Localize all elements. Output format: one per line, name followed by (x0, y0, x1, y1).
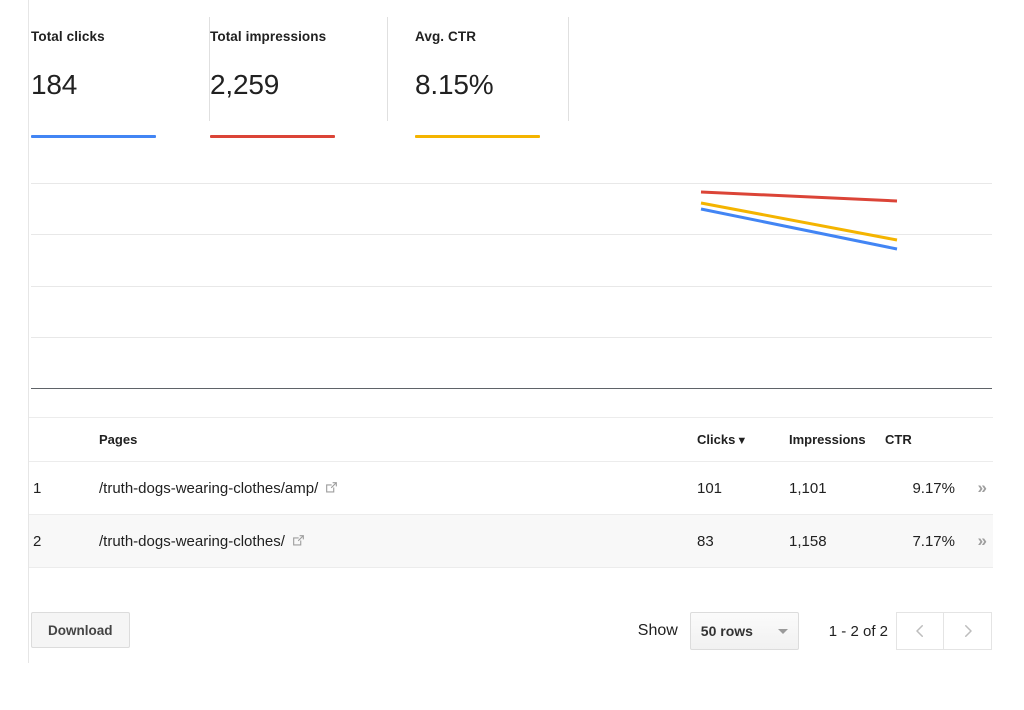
row-expand-cell[interactable]: » (955, 532, 993, 551)
chevron-down-icon (778, 629, 788, 634)
row-page-url[interactable]: /truth-dogs-wearing-clothes/ (99, 533, 285, 550)
row-rank: 1 (29, 480, 99, 497)
metric-value-total-clicks: 184 (31, 69, 181, 101)
table-row[interactable]: 2 /truth-dogs-wearing-clothes/ 83 1,158 … (29, 515, 993, 568)
performance-report-page: Total clicks 184 Total impressions 2,259… (0, 0, 1024, 710)
rows-per-page-select[interactable]: 50 rows (690, 612, 799, 650)
pagination-range-label: 1 - 2 of 2 (829, 623, 888, 640)
chart-line-avg-ctr (701, 203, 897, 240)
row-page-url[interactable]: /truth-dogs-wearing-clothes/amp/ (99, 480, 318, 497)
metric-label-total-impressions: Total impressions (210, 29, 415, 45)
metric-card-total-clicks[interactable]: Total clicks 184 (31, 17, 181, 121)
row-clicks: 83 (697, 533, 789, 550)
row-ctr: 7.17% (885, 533, 955, 550)
double-chevron-right-icon[interactable]: » (978, 532, 985, 549)
chart-line-total-impressions (701, 192, 897, 201)
table-footer: Download Show 50 rows 1 - 2 of 2 (29, 595, 993, 663)
metric-underline-total-clicks (31, 135, 156, 138)
chevron-left-icon (911, 622, 929, 640)
column-header-clicks-label: Clicks (697, 432, 735, 447)
chart-line-total-clicks (701, 209, 897, 249)
column-header-clicks[interactable]: Clicks▼ (697, 432, 789, 447)
previous-page-button[interactable] (896, 612, 944, 650)
row-impressions: 1,158 (789, 533, 885, 550)
metric-card-avg-ctr[interactable]: Avg. CTR 8.15% (415, 17, 568, 121)
metric-underline-total-impressions (210, 135, 335, 138)
external-link-icon[interactable] (292, 534, 305, 547)
show-label: Show (638, 622, 678, 640)
next-page-button[interactable] (944, 612, 992, 650)
column-header-pages[interactable]: Pages (99, 432, 697, 447)
row-page-cell: /truth-dogs-wearing-clothes/ (99, 533, 697, 550)
row-page-cell: /truth-dogs-wearing-clothes/amp/ (99, 480, 697, 497)
download-button[interactable]: Download (31, 612, 130, 648)
double-chevron-right-icon[interactable]: » (978, 479, 985, 496)
row-rank: 2 (29, 533, 99, 550)
column-header-impressions[interactable]: Impressions (789, 432, 885, 447)
report-card: Total clicks 184 Total impressions 2,259… (28, 0, 992, 663)
chevron-right-icon (959, 622, 977, 640)
external-link-icon[interactable] (325, 481, 338, 494)
metric-divider-3 (568, 17, 569, 121)
metrics-summary-strip: Total clicks 184 Total impressions 2,259… (29, 0, 993, 140)
chart-series-svg (29, 150, 993, 400)
table-header-row: Pages Clicks▼ Impressions CTR (29, 417, 993, 462)
row-ctr: 9.17% (885, 480, 955, 497)
metric-value-total-impressions: 2,259 (210, 69, 415, 101)
metric-value-avg-ctr: 8.15% (415, 69, 568, 101)
metric-label-avg-ctr: Avg. CTR (415, 29, 568, 45)
row-clicks: 101 (697, 480, 789, 497)
pagination-controls: Show 50 rows 1 - 2 of 2 (638, 612, 992, 650)
table-row[interactable]: 1 /truth-dogs-wearing-clothes/amp/ 101 1… (29, 462, 993, 515)
column-header-ctr[interactable]: CTR (885, 432, 955, 447)
sort-descending-icon: ▼ (736, 435, 747, 447)
metric-underline-avg-ctr (415, 135, 540, 138)
performance-line-chart[interactable] (29, 150, 993, 400)
rows-per-page-value: 50 rows (701, 623, 778, 639)
pages-table: Pages Clicks▼ Impressions CTR 1 /truth-d… (29, 417, 993, 568)
metric-label-total-clicks: Total clicks (31, 29, 181, 45)
row-impressions: 1,101 (789, 480, 885, 497)
metric-card-total-impressions[interactable]: Total impressions 2,259 (210, 17, 415, 121)
row-expand-cell[interactable]: » (955, 479, 993, 498)
metric-divider-2 (387, 17, 388, 121)
